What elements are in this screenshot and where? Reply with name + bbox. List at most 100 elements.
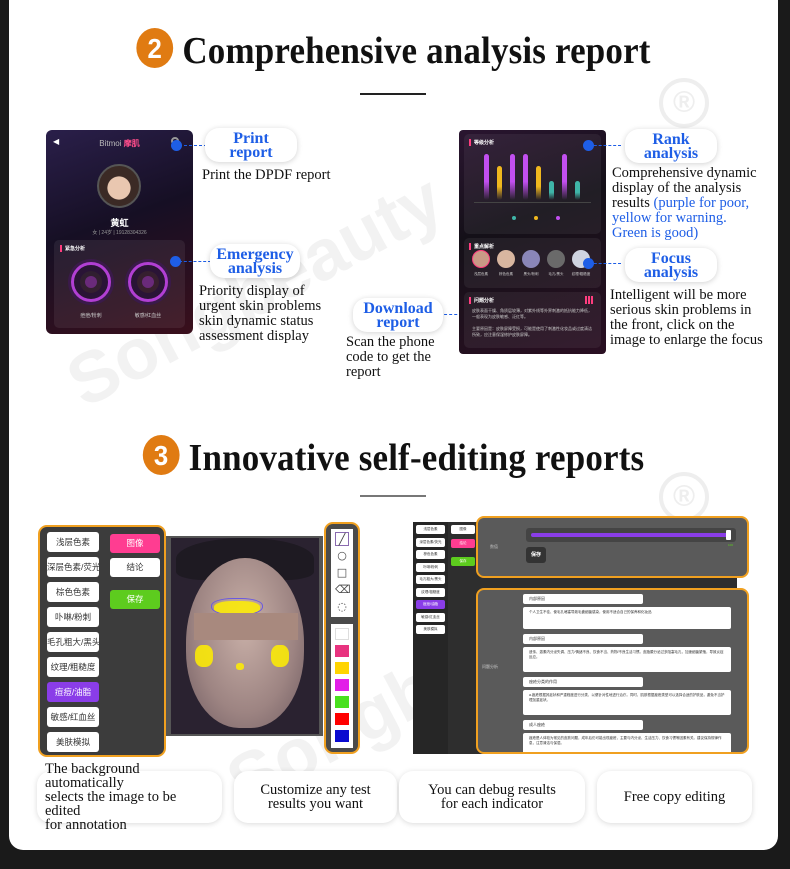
face-image [186, 558, 304, 728]
section-number-badge: 2 [136, 28, 174, 68]
feature-card: The background automatically selects the … [37, 762, 222, 832]
editor-category-button[interactable]: 毛孔粗大/黑头 [416, 575, 445, 584]
ring-label: 敏感/红血丝 [134, 313, 162, 319]
color-swatch[interactable] [335, 679, 349, 691]
emergency-analysis-desc: Priority display of urgent skin problems… [199, 283, 322, 344]
brush-size-icon[interactable]: ◌ [335, 600, 349, 614]
image-button[interactable]: 图像 [110, 534, 160, 553]
privacy-blur [194, 613, 298, 640]
section-3-title: 3 Innovative self-editing reports [40, 435, 747, 480]
focus-thumbnail[interactable] [497, 250, 515, 268]
drawing-toolbox: ╱ ○ □ ⌫ ◌ [324, 522, 360, 754]
field-text-area[interactable]: 痤疮是人体较为常见的皮肤问题，成年后仍可能出现痤疮，主要与内分泌、生活压力、饮食… [523, 733, 731, 752]
field-text-area[interactable]: 个人卫生不佳、使毛孔堵塞导致毛囊细菌感染，使用不适合自己的保养和化妆品 [523, 607, 731, 629]
save-button[interactable]: 保存 [110, 590, 160, 609]
editor-category-button[interactable]: 纹理/粗糙度 [416, 587, 445, 597]
rank-bar [549, 180, 554, 200]
rank-bar [523, 154, 528, 200]
field-label-input[interactable]: 内部原因 [523, 634, 643, 644]
title-divider [360, 495, 426, 497]
category-button[interactable]: 卟啉/粉刺 [47, 607, 99, 627]
rank-analysis-panel: 等级分析 [464, 134, 601, 234]
slider-save-button[interactable]: 保存 [526, 547, 546, 563]
line-tool-icon[interactable]: ╱ [335, 532, 349, 546]
title-divider [360, 93, 426, 95]
tool-list: ╱ ○ □ ⌫ ◌ [331, 529, 353, 617]
annotation-canvas[interactable] [171, 538, 319, 734]
editor-category-button[interactable]: 敏感/红血丝 [416, 612, 445, 622]
circle-tool-icon[interactable]: ○ [335, 549, 349, 563]
category-button[interactable]: 深层色素/荧光 [47, 557, 99, 577]
acne-highlight [271, 645, 289, 667]
section-2-title: 2 Comprehensive analysis report [40, 28, 747, 73]
field-label-input[interactable]: 成人痤疮 [523, 720, 643, 730]
category-button[interactable]: 美肤模拟 [47, 732, 99, 752]
brand-prefix: Bitmoi [99, 139, 122, 148]
rectangle-tool-icon[interactable]: □ [335, 566, 349, 580]
chart-baseline [474, 202, 591, 203]
section-number-badge: 3 [142, 435, 180, 475]
editor-category-button[interactable]: 卟啉/粉刺 [416, 562, 445, 572]
pill-title: report [229, 144, 273, 161]
field-label-input[interactable]: 痤疮分类的作用 [523, 677, 643, 687]
callout-dot [170, 256, 181, 267]
rank-bar [484, 154, 489, 200]
value-slider-panel: 数值 100 保存 [476, 516, 749, 578]
color-swatches [331, 624, 353, 748]
rank-analysis-pill: Rank analysis [625, 129, 717, 163]
user-name: 黄虹 [110, 218, 129, 228]
color-swatch[interactable] [335, 645, 349, 657]
focus-analysis-panel: 重点解析 浅层色素 棕色色素 黑头/粉刺 毛孔/黑头 纹理/粗糙度 [464, 238, 601, 288]
slider-thumb[interactable] [726, 530, 731, 540]
focus-thumbnail-label: 浅层色素 [474, 272, 488, 276]
rank-bar-chart [484, 152, 584, 200]
category-button[interactable]: 棕色色素 [47, 582, 99, 602]
brand-name: 摩肌 [123, 139, 140, 148]
focus-thumbnail[interactable] [472, 250, 490, 268]
category-button[interactable]: 纹理/粗糙度 [47, 657, 99, 677]
slider-label: 数值 [490, 544, 498, 549]
issues-label: 问题分析 [482, 664, 498, 669]
severity-ring[interactable] [128, 262, 168, 302]
field-text-area[interactable]: 遗传、激素内分泌失调、压力/情绪不良、饮食不当、药物/不良生活习惯。皮脂腺分泌过… [523, 647, 731, 672]
focus-thumbnail-label: 纹理/粗糙度 [571, 272, 591, 276]
severity-ring[interactable] [71, 262, 111, 302]
conclusion-button[interactable]: 结论 [110, 558, 160, 577]
color-swatch[interactable] [335, 662, 349, 674]
category-button[interactable]: 敏感/红血丝 [47, 707, 99, 727]
emergency-title: 紧急分析 [60, 245, 85, 252]
color-swatch[interactable] [335, 628, 349, 640]
eraser-tool-icon[interactable]: ⌫ [335, 583, 351, 597]
legend-dot-poor [556, 216, 560, 220]
editor-category-button[interactable]: 棕色色素 [416, 550, 445, 559]
color-swatch[interactable] [335, 713, 349, 725]
field-label-input[interactable]: 内部原因 [523, 594, 643, 604]
focus-analysis-desc: Intelligent will be more serious skin pr… [610, 287, 763, 348]
image-button[interactable]: 图像 [451, 525, 475, 534]
category-button[interactable]: 痘痘/油脂 [47, 682, 99, 702]
phone-report-screen: ◀ Bitmoi 摩肌 黄虹 女 | 24岁 | 19128304326 紧急分… [46, 130, 193, 334]
save-button[interactable]: 保存 [451, 557, 475, 566]
focus-thumbnail-label: 黑头/粉刺 [523, 272, 539, 276]
ring-label: 痘痘/粉刺 [80, 313, 102, 319]
focus-thumbnail[interactable] [547, 250, 565, 268]
conclusion-button[interactable]: 结论 [451, 539, 475, 548]
editor-category-button[interactable]: 深层色素/荧光 [416, 537, 445, 547]
field-text-area[interactable]: a.痤疮根据其症状和严重程度进行分类，以便针对性地进行治疗。同时，肌肤根据痤疮类… [523, 690, 731, 715]
pill-title: report [376, 314, 420, 331]
editor-category-button[interactable]: 美肤模拟 [416, 625, 445, 634]
emergency-panel: 紧急分析 痘痘/粉刺 敏感/红血丝 [54, 240, 185, 328]
callout-dot [171, 140, 182, 151]
category-button[interactable]: 浅层色素 [47, 532, 99, 552]
color-swatch[interactable] [335, 696, 349, 708]
problem-analysis-panel: 问题分析 皮肤表面干燥、角质层较薄，对紫外线等外界刺激的抵抗能力降低，一般表现为… [464, 292, 601, 348]
editor-category-button[interactable]: 浅层色素 [416, 525, 445, 534]
category-button[interactable]: 毛孔粗大/黑头 [47, 632, 99, 652]
focus-thumbnail[interactable] [522, 250, 540, 268]
qr-code-icon[interactable] [585, 296, 593, 304]
emergency-analysis-pill: Emergency analysis [210, 244, 300, 278]
editor-category-button[interactable]: 痘痘/油脂 [416, 600, 445, 609]
slider-track[interactable] [526, 528, 736, 542]
user-info: 女 | 24岁 | 19128304326 [92, 230, 147, 236]
color-swatch[interactable] [335, 730, 349, 742]
